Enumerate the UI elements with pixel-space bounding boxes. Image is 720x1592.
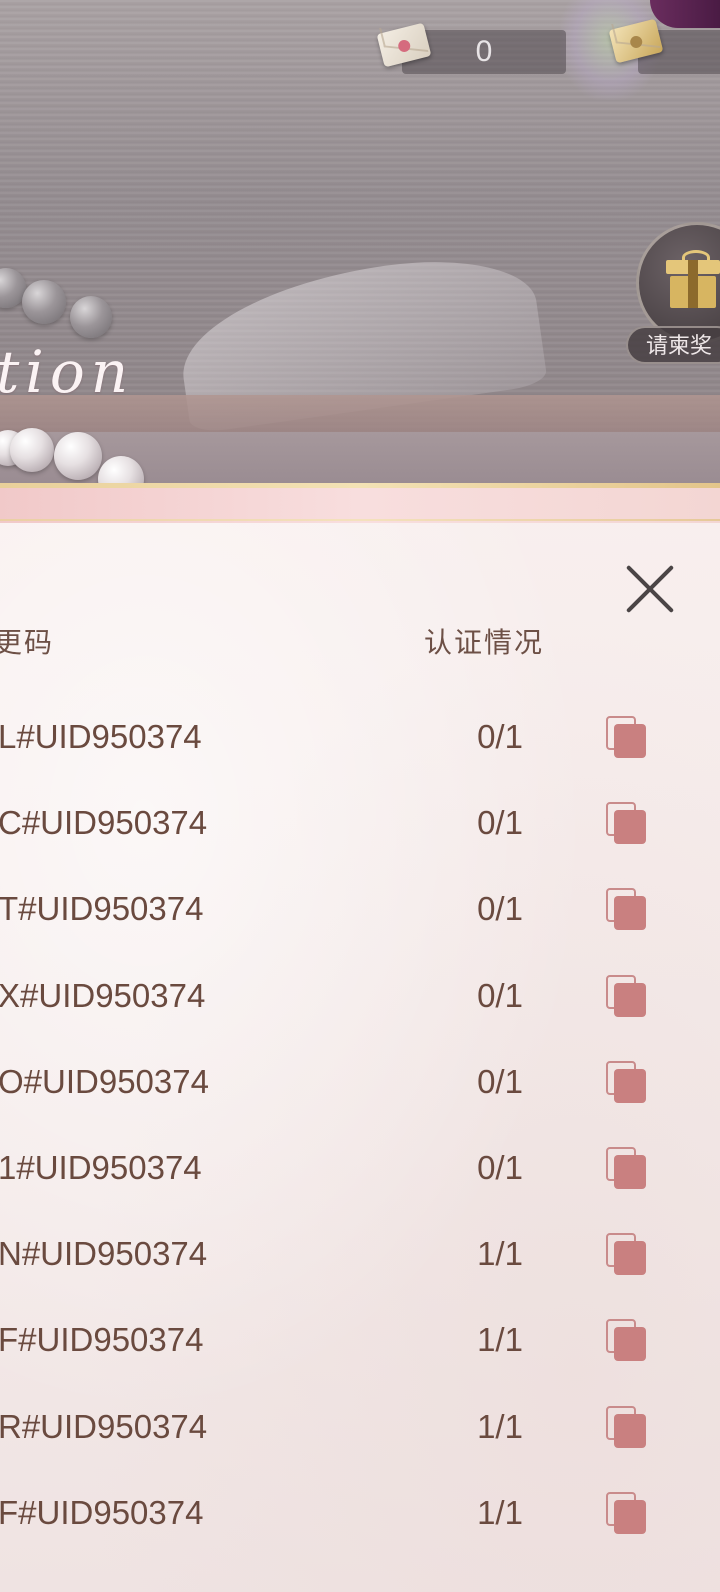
table-row: T#UID950374 0/1	[0, 868, 720, 954]
column-header-status: 认证情况	[424, 626, 545, 659]
copy-icon[interactable]	[606, 1233, 650, 1277]
invitation-code: C#UID950374	[0, 804, 208, 842]
invitation-code-dialog: 更码 认证情况 L#UID950374 0/1 C#UID950374 0/1 …	[0, 483, 720, 1592]
gold-trim	[0, 519, 720, 521]
invitation-code: R#UID950374	[0, 1407, 208, 1445]
table-row: N#UID950374 1/1	[0, 1213, 720, 1299]
table-row: F#UID950374 1/1	[0, 1299, 720, 1385]
copy-icon[interactable]	[606, 888, 650, 932]
verification-status: 0/1	[477, 890, 523, 928]
dialog-top-band	[0, 483, 720, 523]
copy-icon[interactable]	[606, 1491, 650, 1536]
copy-icon[interactable]	[606, 1319, 650, 1363]
verification-status: 1/1	[477, 1407, 523, 1445]
copy-icon[interactable]	[606, 1405, 650, 1450]
invitation-screen: tion 0 请柬奖 更码 认证情况 L#UID950374 0/1 C#UID…	[0, 0, 720, 1592]
invitation-code: F#UID950374	[0, 1493, 204, 1531]
gold-trim	[0, 483, 720, 488]
pearl	[10, 428, 54, 472]
verification-status: 0/1	[477, 1062, 523, 1100]
invitation-code: 1#UID950374	[0, 1148, 202, 1186]
verification-status: 0/1	[477, 804, 523, 842]
copy-icon[interactable]	[606, 1146, 650, 1191]
script-title: tion	[0, 338, 135, 406]
table-row: L#UID950374 0/1	[0, 696, 720, 782]
verification-status: 1/1	[477, 1493, 523, 1531]
copy-icon[interactable]	[606, 974, 650, 1019]
column-header-code: 更码	[0, 626, 55, 659]
verification-status: 0/1	[477, 718, 523, 755]
verification-status: 1/1	[477, 1235, 523, 1273]
table-row: C#UID950374 0/1	[0, 782, 720, 868]
invitation-code: X#UID950374	[0, 976, 206, 1014]
invitation-code: F#UID950374	[0, 1321, 204, 1359]
copy-icon[interactable]	[606, 1060, 650, 1105]
purple-decoration	[650, 0, 720, 28]
table-row: X#UID950374 0/1	[0, 955, 720, 1041]
copy-icon[interactable]	[606, 802, 650, 846]
verification-status: 0/1	[477, 1148, 523, 1186]
table-row: F#UID950374 1/1	[0, 1472, 720, 1558]
pearl	[22, 280, 66, 324]
table-row: O#UID950374 0/1	[0, 1041, 720, 1127]
invitation-code-list: L#UID950374 0/1 C#UID950374 0/1 T#UID950…	[0, 696, 720, 1558]
gift-button-label[interactable]: 请柬奖	[626, 326, 720, 364]
invitation-code: N#UID950374	[0, 1235, 208, 1273]
gift-box-icon	[666, 250, 720, 308]
background-scene: tion 0 请柬奖	[0, 0, 720, 502]
pearl	[70, 296, 112, 338]
verification-status: 0/1	[477, 976, 523, 1014]
table-row: 1#UID950374 0/1	[0, 1127, 720, 1213]
table-header: 更码 认证情况	[0, 613, 720, 673]
verification-status: 1/1	[477, 1321, 523, 1359]
pearl	[54, 432, 102, 480]
copy-icon[interactable]	[606, 716, 650, 760]
invitation-code: O#UID950374	[0, 1062, 209, 1100]
invitation-code: T#UID950374	[0, 890, 204, 928]
table-row: R#UID950374 1/1	[0, 1386, 720, 1472]
invitation-code: L#UID950374	[0, 718, 202, 755]
